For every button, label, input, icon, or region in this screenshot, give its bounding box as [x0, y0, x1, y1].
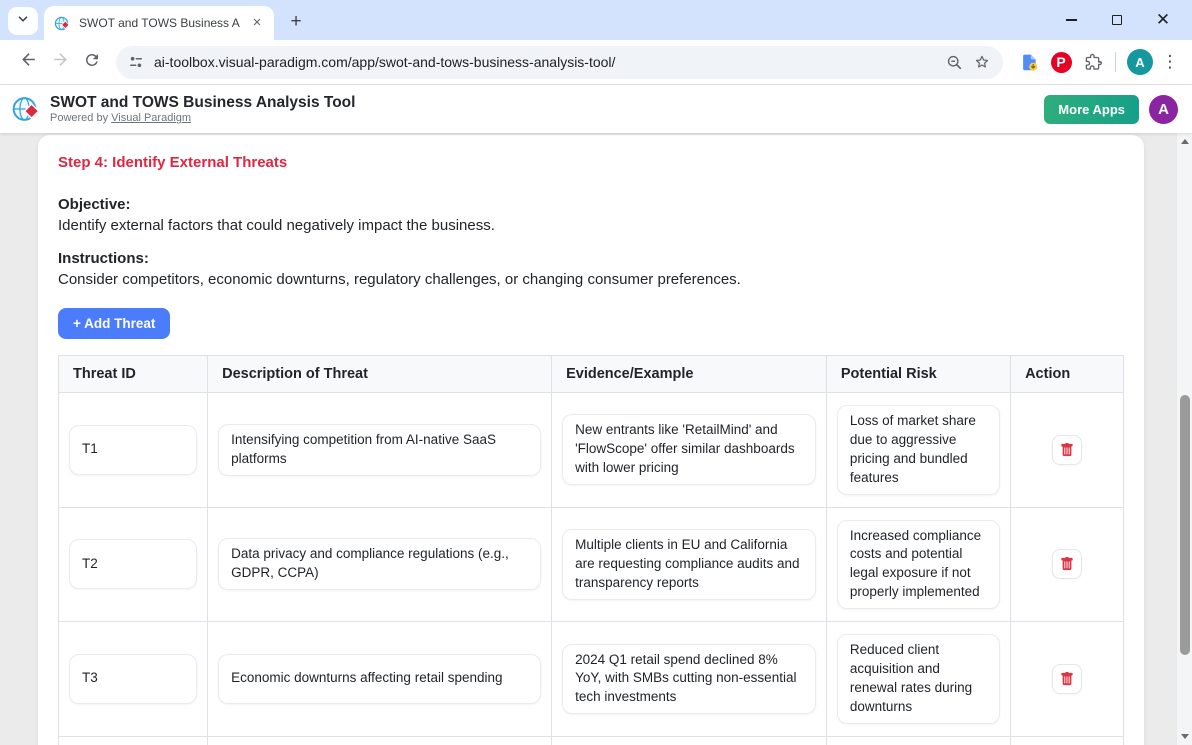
page-scrollbar[interactable]	[1176, 133, 1192, 745]
more-apps-button[interactable]: More Apps	[1044, 95, 1139, 124]
zoom-indicator-icon[interactable]	[946, 54, 963, 71]
delete-threat-button[interactable]	[1052, 435, 1082, 465]
toolbar-separator	[1115, 52, 1116, 72]
close-icon: ✕	[1156, 10, 1170, 30]
browser-tab[interactable]: SWOT and TOWS Business Anal ×	[44, 6, 274, 40]
powered-by-text: Powered by	[50, 112, 108, 124]
scrollbar-thumb[interactable]	[1180, 395, 1190, 655]
tab-title: SWOT and TOWS Business Anal	[79, 16, 240, 30]
browser-window: SWOT and TOWS Business Anal × + ✕	[0, 0, 1192, 745]
app-header: SWOT and TOWS Business Analysis Tool Pow…	[0, 85, 1192, 133]
url-text[interactable]: ai-toolbox.visual-paradigm.com/app/swot-…	[154, 54, 936, 70]
maximize-icon	[1112, 15, 1122, 25]
step-title: Step 4: Identify External Threats	[58, 154, 1124, 171]
objective-text: Identify external factors that could neg…	[58, 217, 1124, 234]
triangle-up-icon	[1181, 139, 1189, 144]
minimize-icon	[1066, 19, 1077, 21]
threat-table-row: T3 Economic downturns affecting retail s…	[59, 622, 1124, 737]
threat-table-row: T2 Data privacy and compliance regulatio…	[59, 507, 1124, 622]
forward-button[interactable]	[44, 46, 76, 78]
trash-icon	[1060, 557, 1074, 571]
refresh-icon	[83, 51, 101, 74]
content-card: Step 4: Identify External Threats Object…	[38, 135, 1144, 745]
objective-label: Objective:	[58, 196, 1124, 213]
threat-id-field[interactable]: T1	[69, 425, 197, 475]
threat-table-row: T1 Intensifying competition from AI-nati…	[59, 393, 1124, 508]
delete-threat-button[interactable]	[1052, 549, 1082, 579]
threat-id-field[interactable]: T3	[69, 654, 197, 704]
back-arrow-icon	[19, 50, 38, 74]
document-download-extension-icon[interactable]	[1013, 46, 1045, 78]
table-header-row: Threat ID Description of Threat Evidence…	[59, 356, 1124, 393]
threat-evidence-field[interactable]: Multiple clients in EU and California ar…	[562, 529, 816, 600]
instructions-label: Instructions:	[58, 250, 1124, 267]
bookmark-star-icon[interactable]	[973, 53, 991, 71]
powered-by: Powered by Visual Paradigm	[50, 112, 355, 124]
threat-table-row: T4 Cybersecurity vulnerabilities in thir…	[59, 736, 1124, 745]
delete-threat-button[interactable]	[1052, 664, 1082, 694]
browser-titlebar: SWOT and TOWS Business Anal × + ✕	[0, 0, 1192, 40]
user-avatar[interactable]: A	[1149, 95, 1178, 124]
header-threat-id: Threat ID	[59, 356, 208, 393]
browser-menu-icon[interactable]: ⋮	[1158, 52, 1182, 72]
header-evidence: Evidence/Example	[552, 356, 827, 393]
window-maximize-button[interactable]	[1094, 0, 1140, 40]
window-close-button[interactable]: ✕	[1140, 0, 1186, 40]
forward-arrow-icon	[51, 50, 70, 74]
threats-table-body: T1 Intensifying competition from AI-nati…	[59, 393, 1124, 745]
window-controls: ✕	[1048, 0, 1186, 40]
window-minimize-button[interactable]	[1048, 0, 1094, 40]
threat-description-field[interactable]: Intensifying competition from AI-native …	[218, 424, 541, 476]
add-threat-button[interactable]: + Add Threat	[58, 308, 170, 339]
trash-icon	[1060, 672, 1074, 686]
header-description: Description of Threat	[208, 356, 552, 393]
threat-risk-field[interactable]: Loss of market share due to aggressive p…	[837, 405, 1000, 495]
threat-evidence-field[interactable]: 2024 Q1 retail spend declined 8% YoY, wi…	[562, 644, 816, 715]
refresh-button[interactable]	[76, 46, 108, 78]
triangle-down-icon	[1181, 734, 1189, 739]
tab-close-icon[interactable]: ×	[248, 14, 266, 32]
page-background: Step 4: Identify External Threats Object…	[0, 133, 1192, 745]
visual-paradigm-link[interactable]: Visual Paradigm	[111, 112, 191, 124]
threat-description-field[interactable]: Data privacy and compliance regulations …	[218, 538, 541, 590]
extensions-puzzle-icon[interactable]	[1077, 46, 1109, 78]
scrollbar-up-arrow[interactable]	[1177, 134, 1192, 149]
threat-description-field[interactable]: Economic downturns affecting retail spen…	[218, 654, 541, 704]
header-potential-risk: Potential Risk	[826, 356, 1010, 393]
threat-evidence-field[interactable]: New entrants like 'RetailMind' and 'Flow…	[562, 414, 816, 485]
threat-risk-field[interactable]: Increased compliance costs and potential…	[837, 520, 1000, 610]
scrollbar-down-arrow[interactable]	[1177, 729, 1192, 744]
threat-id-field[interactable]: T2	[69, 539, 197, 589]
browser-toolbar: ai-toolbox.visual-paradigm.com/app/swot-…	[0, 40, 1192, 85]
pinterest-logo: P	[1051, 52, 1072, 73]
new-tab-button[interactable]: +	[282, 8, 310, 36]
tab-search-chevron-button[interactable]	[8, 7, 38, 35]
pinterest-extension-icon[interactable]: P	[1045, 46, 1077, 78]
threats-table: Threat ID Description of Threat Evidence…	[58, 355, 1124, 745]
browser-profile-avatar[interactable]: A	[1127, 49, 1153, 75]
visual-paradigm-logo	[12, 94, 42, 124]
trash-icon	[1060, 443, 1074, 457]
url-bar[interactable]: ai-toolbox.visual-paradigm.com/app/swot-…	[116, 46, 1003, 79]
threat-risk-field[interactable]: Reduced client acquisition and renewal r…	[837, 634, 1000, 724]
app-title: SWOT and TOWS Business Analysis Tool	[50, 94, 355, 113]
back-button[interactable]	[12, 46, 44, 78]
header-action: Action	[1011, 356, 1124, 393]
instructions-text: Consider competitors, economic downturns…	[58, 271, 1124, 288]
site-info-icon[interactable]	[128, 54, 144, 70]
chevron-down-icon	[16, 12, 30, 31]
visual-paradigm-favicon	[54, 15, 71, 32]
